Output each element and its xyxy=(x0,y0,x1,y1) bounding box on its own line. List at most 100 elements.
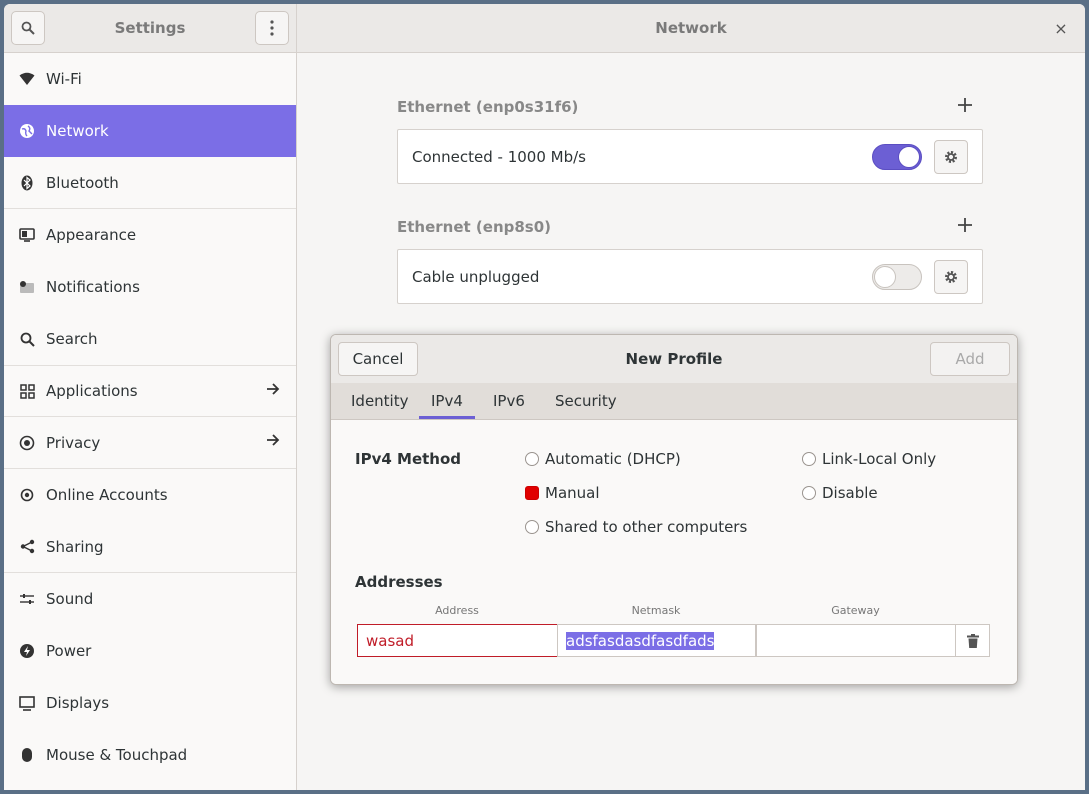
radio-shared[interactable]: Shared to other computers xyxy=(525,518,747,536)
ethernet-settings-button[interactable] xyxy=(934,140,968,174)
wifi-icon xyxy=(18,70,36,88)
column-header-gateway: Gateway xyxy=(831,604,880,617)
ipv4-method-label: IPv4 Method xyxy=(355,450,462,468)
tab-ipv6[interactable]: IPv6 xyxy=(481,383,537,419)
sidebar-item-bluetooth[interactable]: Bluetooth xyxy=(4,157,296,209)
ethernet-toggle[interactable] xyxy=(872,264,922,290)
sidebar-item-label: Applications xyxy=(46,382,138,400)
arrow-right-icon xyxy=(266,382,280,400)
radio-indicator xyxy=(802,486,816,500)
radio-disable[interactable]: Disable xyxy=(802,484,878,502)
displays-icon xyxy=(18,694,36,712)
radio-indicator xyxy=(802,452,816,466)
tab-security[interactable]: Security xyxy=(543,383,629,419)
gateway-field[interactable] xyxy=(756,624,956,657)
sidebar-item-label: Online Accounts xyxy=(46,486,168,504)
ethernet-toggle[interactable] xyxy=(872,144,922,170)
sidebar-item-privacy[interactable]: Privacy xyxy=(4,417,296,469)
sidebar-item-label: Power xyxy=(46,642,92,660)
radio-automatic-dhcp[interactable]: Automatic (DHCP) xyxy=(525,450,681,468)
netmask-value: adsfasdasdfasdfads xyxy=(566,631,715,650)
network-icon xyxy=(18,122,36,140)
tab-identity[interactable]: Identity xyxy=(339,383,421,419)
search-icon xyxy=(21,21,35,35)
appearance-icon xyxy=(18,226,36,244)
column-header-netmask: Netmask xyxy=(631,604,681,617)
radio-manual[interactable]: Manual xyxy=(525,484,600,502)
netmask-field[interactable]: adsfasdasdfasdfads xyxy=(557,624,756,657)
toggle-knob xyxy=(874,266,896,288)
sidebar-item-label: Privacy xyxy=(46,433,101,452)
sidebar-item-displays[interactable]: Displays xyxy=(4,677,296,729)
dialog-title: New Profile xyxy=(625,350,723,368)
add-profile-button[interactable] xyxy=(957,97,975,115)
sidebar-item-label: Wi-Fi xyxy=(46,70,82,88)
sidebar-item-label: Sound xyxy=(46,590,94,608)
close-icon: × xyxy=(1054,18,1068,38)
plus-icon xyxy=(958,218,972,232)
ethernet-card: Connected - 1000 Mb/s xyxy=(397,129,983,184)
sidebar-item-label: Sharing xyxy=(46,537,104,556)
sidebar-item-label: Mouse & Touchpad xyxy=(46,746,188,764)
dialog-header: Cancel New Profile Add xyxy=(331,335,1017,383)
sidebar-item-label: Notifications xyxy=(46,278,140,296)
sidebar-item-power[interactable]: Power xyxy=(4,625,296,677)
tab-ipv4[interactable]: IPv4 xyxy=(419,383,475,419)
sidebar-item-applications[interactable]: Applications xyxy=(4,365,296,417)
toggle-knob xyxy=(898,146,920,168)
page-title: Network xyxy=(655,19,727,37)
connection-status: Cable unplugged xyxy=(412,268,540,286)
add-button[interactable]: Add xyxy=(930,342,1010,376)
sidebar-item-appearance[interactable]: Appearance xyxy=(4,209,296,261)
cancel-button[interactable]: Cancel xyxy=(338,342,418,376)
close-button[interactable]: × xyxy=(1051,18,1071,38)
sidebar-item-sharing[interactable]: Sharing xyxy=(4,521,296,573)
sidebar-item-mouse-touchpad[interactable]: Mouse & Touchpad xyxy=(4,729,296,781)
radio-link-local[interactable]: Link-Local Only xyxy=(802,450,936,468)
new-profile-dialog: Cancel New Profile Add Identity IPv4 IPv… xyxy=(330,334,1018,685)
search-icon xyxy=(18,330,36,348)
plus-icon xyxy=(958,98,972,112)
sidebar-item-sound[interactable]: Sound xyxy=(4,573,296,625)
sharing-icon xyxy=(18,538,36,556)
sidebar-item-notifications[interactable]: Notifications xyxy=(4,261,296,313)
ipv4-settings: IPv4 Method Automatic (DHCP) Manual Shar… xyxy=(331,420,1017,684)
radio-label: Link-Local Only xyxy=(822,450,937,468)
gear-icon xyxy=(945,151,957,163)
kebab-menu-icon xyxy=(270,20,274,36)
sidebar-item-label: Bluetooth xyxy=(46,173,119,192)
sidebar-item-online-accounts[interactable]: Online Accounts xyxy=(4,469,296,521)
delete-address-button[interactable] xyxy=(955,624,990,657)
notifications-icon xyxy=(18,278,36,296)
ethernet-settings-button[interactable] xyxy=(934,260,968,294)
bluetooth-icon xyxy=(18,174,36,192)
ethernet-title: Ethernet (enp0s31f6) xyxy=(397,98,579,116)
menu-button[interactable] xyxy=(255,11,289,45)
applications-icon xyxy=(18,382,36,400)
column-header-address: Address xyxy=(435,604,479,617)
mouse-icon xyxy=(18,746,36,764)
sidebar: Wi-Fi Network Bluetooth Appearance Notif… xyxy=(4,53,297,790)
address-field[interactable]: wasad xyxy=(357,624,558,657)
privacy-icon xyxy=(18,434,36,452)
search-button[interactable] xyxy=(11,11,45,45)
radio-indicator xyxy=(525,486,539,500)
dialog-tabs: Identity IPv4 IPv6 Security xyxy=(331,383,1017,420)
sidebar-item-label: Displays xyxy=(46,694,110,712)
sidebar-item-network[interactable]: Network xyxy=(4,105,296,157)
radio-label: Shared to other computers xyxy=(545,518,748,536)
radio-indicator xyxy=(525,452,539,466)
sidebar-item-wifi[interactable]: Wi-Fi xyxy=(4,53,296,105)
arrow-right-icon xyxy=(266,433,280,451)
header-bar: Settings Network × xyxy=(4,4,1085,53)
power-icon xyxy=(18,642,36,660)
radio-label: Manual xyxy=(545,484,600,502)
connection-status: Connected - 1000 Mb/s xyxy=(412,148,586,166)
add-profile-button[interactable] xyxy=(957,217,975,235)
sidebar-item-label: Search xyxy=(46,330,98,348)
sidebar-header: Settings xyxy=(4,4,297,52)
sidebar-item-search[interactable]: Search xyxy=(4,313,296,365)
radio-indicator xyxy=(525,520,539,534)
gear-icon xyxy=(945,271,957,283)
sidebar-item-label: Network xyxy=(46,122,109,140)
